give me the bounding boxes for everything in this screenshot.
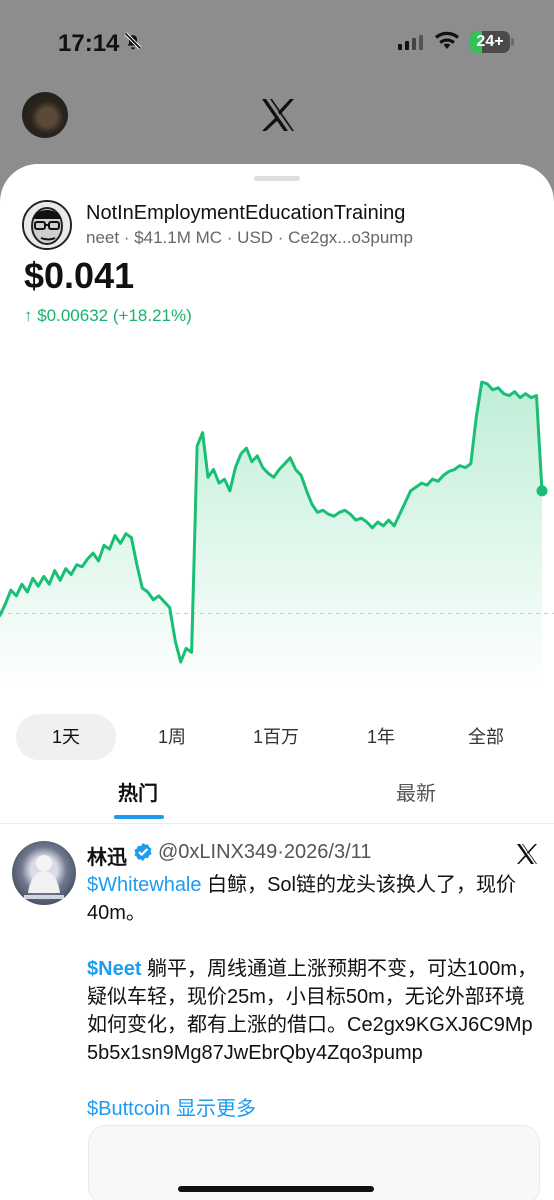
- token-meta: neet · $41.1M MC · USD · Ce2gx...o3pump: [86, 228, 413, 247]
- price-change: ↑ $0.00632 (+18.21%): [24, 306, 192, 325]
- tweet-body: $Whitewhale 白鲸，Sol链的龙头该换人了，现价40m。 $Neet …: [87, 871, 539, 1151]
- sheet-grabber[interactable]: [254, 176, 300, 181]
- status-time: 17:14: [58, 30, 120, 57]
- tweet-handle-date[interactable]: @0xLINX349·2026/3/11: [158, 841, 371, 864]
- chart-area: [0, 382, 542, 692]
- token-sheet: NotInEmploymentEducationTraining neet · …: [0, 164, 554, 1200]
- tweet-avatar[interactable]: [12, 841, 76, 905]
- signal-icon: [398, 35, 423, 50]
- phone-screen: 17:14 24+ NotInEmploymentEducationTraini…: [0, 0, 554, 1200]
- token-face-icon: [24, 202, 70, 248]
- cashtag-neet[interactable]: $Neet: [87, 958, 141, 980]
- verified-badge-icon: [134, 843, 152, 861]
- cashtag-whitewhale[interactable]: $Whitewhale: [87, 874, 202, 896]
- tweet-paragraph-1: $Whitewhale 白鲸，Sol链的龙头该换人了，现价40m。: [87, 871, 539, 927]
- range-1d[interactable]: 1天: [16, 714, 116, 760]
- range-1m[interactable]: 1百万: [226, 714, 326, 760]
- avatar-figure-icon: [24, 855, 64, 899]
- battery-level: 24+: [476, 33, 504, 50]
- price-chart[interactable]: [0, 362, 554, 692]
- wifi-icon: [435, 31, 459, 49]
- tweet[interactable]: 林迅 @0xLINX349·2026/3/11 $Whitewhale 白鲸，S…: [0, 825, 554, 1200]
- token-price: $0.041: [24, 255, 135, 296]
- token-avatar: [22, 200, 72, 250]
- battery-indicator: 24+: [470, 31, 514, 53]
- profile-avatar[interactable]: [22, 92, 68, 138]
- range-1w[interactable]: 1周: [122, 714, 222, 760]
- token-name: NotInEmploymentEducationTraining: [86, 202, 406, 224]
- cashtag-buttcoin[interactable]: $Buttcoin: [87, 1098, 170, 1120]
- tweet-paragraph-2: $Neet 躺平，周线通道上涨预期不变，可达100m，疑似车轻，现价25m，小目…: [87, 955, 539, 1067]
- range-1y[interactable]: 1年: [331, 714, 431, 760]
- show-more-link[interactable]: 显示更多: [170, 1098, 256, 1120]
- home-indicator: [178, 1186, 374, 1192]
- tweet-paragraph-3: $Buttcoin 显示更多: [87, 1095, 539, 1123]
- status-bar: 17:14 24+: [0, 0, 554, 84]
- feed-tabs: 热门 最新: [0, 768, 554, 824]
- current-price-dot: [536, 485, 548, 497]
- tweet-text-2: 躺平，周线通道上涨预期不变，可达100m，疑似车轻，现价25m，小目标50m，无…: [87, 958, 538, 1064]
- x-source-icon[interactable]: [514, 841, 540, 867]
- x-logo-icon: [262, 99, 294, 131]
- bell-off-icon: [124, 32, 142, 50]
- tab-indicator: [114, 815, 164, 819]
- range-all[interactable]: 全部: [436, 714, 536, 760]
- time-range-selector: 1天 1周 1百万 1年 全部: [16, 714, 538, 760]
- tab-latest[interactable]: 最新: [348, 768, 484, 824]
- tweet-author-name[interactable]: 林迅: [87, 841, 127, 870]
